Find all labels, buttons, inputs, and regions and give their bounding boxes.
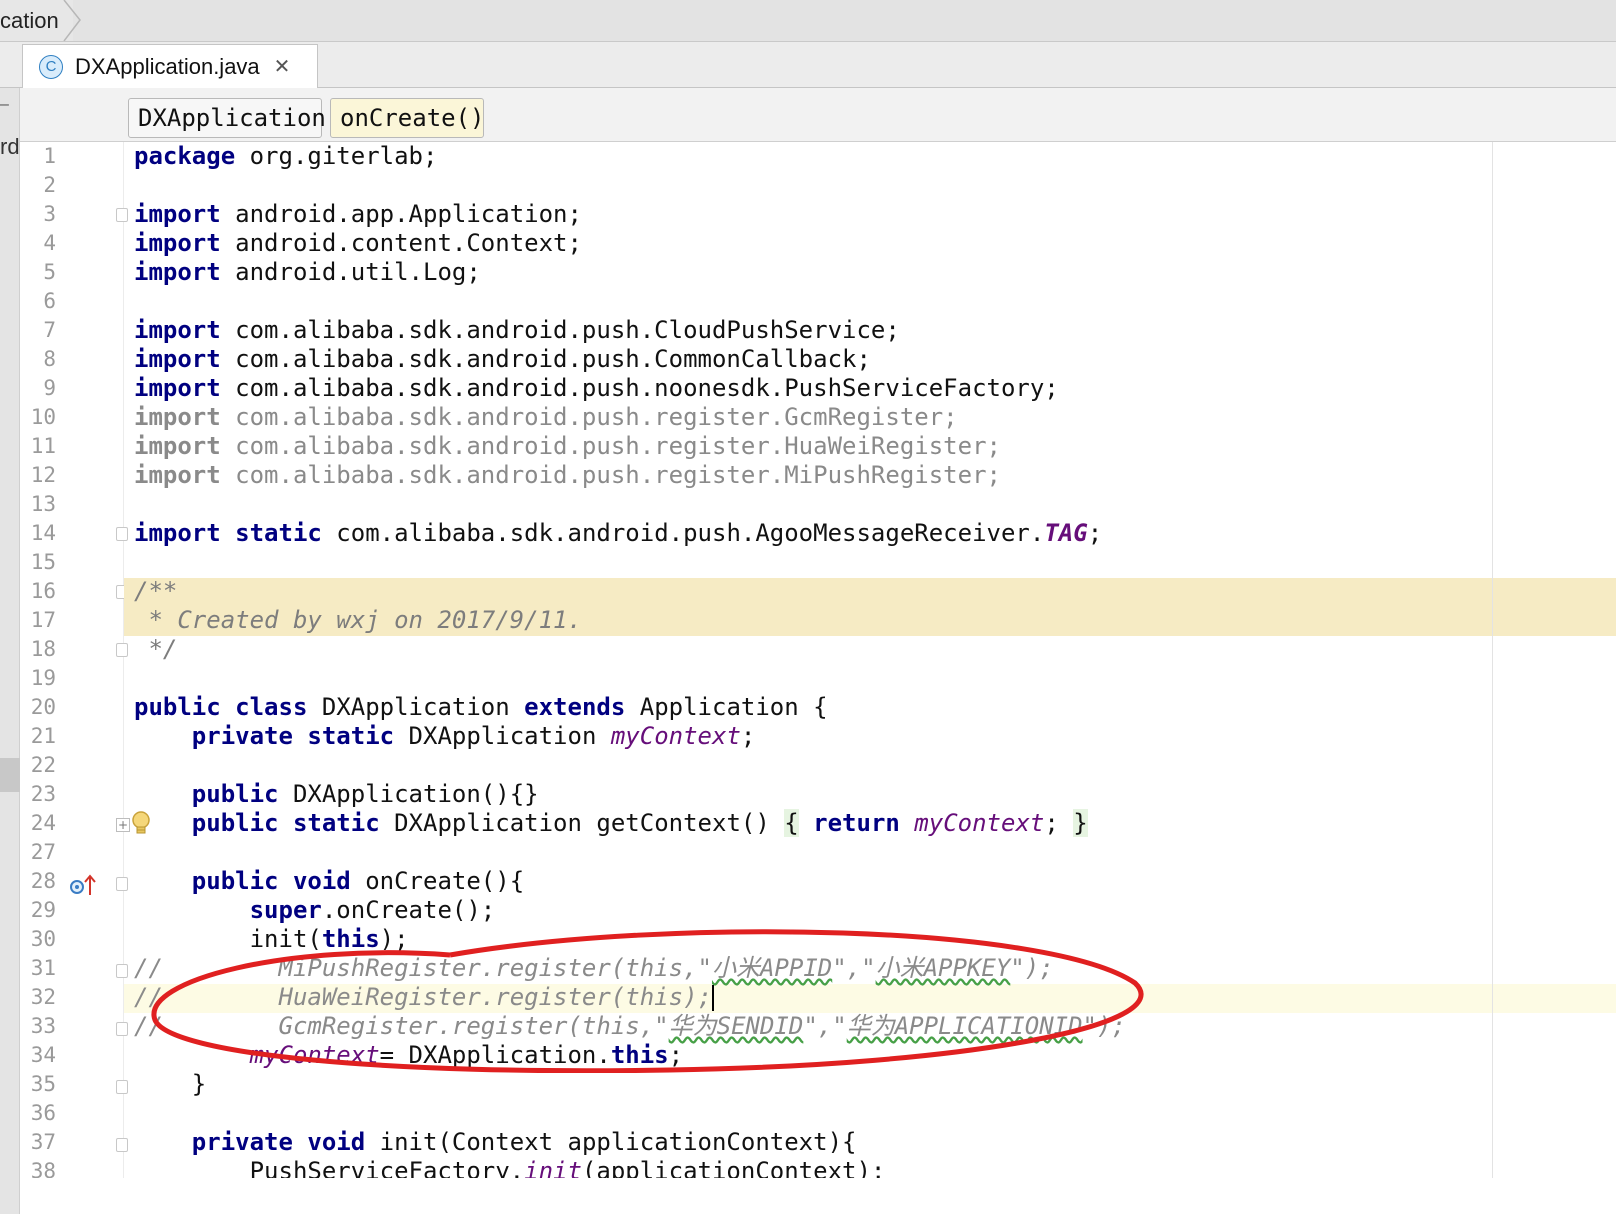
doc-comment-line: */ [134,635,178,663]
left-tool-strip: – rd [0,42,20,1214]
code-line: private void init(Context applicationCon… [191,1128,857,1156]
line-number: 6 [43,289,56,313]
line-number: 14 [30,521,56,545]
java-class-icon: C [39,54,63,79]
code-line: public DXApplication(){} [191,780,539,808]
editor-gutter: 1 2 3 4 5 6 7 8 9 10 11 12 13 14 15 16 1… [20,142,144,1214]
line-number: 36 [30,1101,56,1125]
code-line: super.onCreate(); [249,896,496,924]
line-number: 20 [30,695,56,719]
line-number: 24 [30,811,56,835]
code-line: import com.alibaba.sdk.android.push.Comm… [134,345,871,373]
annotation-ellipse [151,929,1144,1073]
line-number: 19 [30,666,56,690]
line-number: 33 [30,1014,56,1038]
line-number: 4 [43,231,56,255]
line-number: 21 [30,724,56,748]
doc-comment-line: * Created by wxj on 2017/9/11. [134,606,582,634]
code-line: import com.alibaba.sdk.android.push.Clou… [134,316,900,344]
right-margin-guide [1492,142,1493,1178]
code-line: private static DXApplication myContext; [191,722,756,750]
line-number: 3 [43,202,56,226]
code-line: public class DXApplication extends Appli… [134,693,828,721]
line-number: 12 [30,463,56,487]
code-line: public static DXApplication getContext()… [191,809,1088,837]
line-number: 32 [30,985,56,1009]
code-line: import static com.alibaba.sdk.android.pu… [134,519,1103,547]
code-navigation-bar: DXApplication onCreate() [20,88,1616,142]
doc-comment-line: /** [134,577,178,605]
line-number: 5 [43,260,56,284]
line-number: 37 [30,1130,56,1154]
tab-filename: DXApplication.java [75,53,260,79]
line-number: 15 [30,550,56,574]
scroll-position-marker [0,758,20,792]
strip-collapse-icon[interactable]: – [0,96,9,114]
editor-bottom-edge [20,1178,1616,1214]
line-number: 7 [43,318,56,342]
code-line: import android.content.Context; [134,229,582,257]
nav-class-button[interactable]: DXApplication [128,98,326,138]
lightbulb-icon[interactable] [130,810,152,838]
line-number: 31 [30,956,56,980]
navigation-bar: cation [0,0,1616,42]
override-method-icon[interactable] [68,873,102,897]
line-number: 23 [30,782,56,806]
line-number: 2 [43,173,56,197]
editor-tab-dxapplication[interactable]: C DXApplication.java ✕ [22,44,318,88]
code-line: import android.util.Log; [134,258,481,286]
code-line: import android.app.Application; [134,200,582,228]
breadcrumb-chevron-icon [63,0,81,41]
line-number: 13 [30,492,56,516]
line-number: 8 [43,347,56,371]
line-number: 30 [30,927,56,951]
line-number: 16 [30,579,56,603]
code-line: import com.alibaba.sdk.android.push.noon… [134,374,1059,402]
code-line-unused-import: import com.alibaba.sdk.android.push.regi… [134,461,1001,489]
close-tab-icon[interactable]: ✕ [274,54,291,79]
line-number: 35 [30,1072,56,1096]
code-line: public void onCreate(){ [191,867,525,895]
line-number: 28 [30,869,56,893]
line-number: 1 [43,144,56,168]
line-number: 34 [30,1043,56,1067]
code-line-unused-import: import com.alibaba.sdk.android.push.regi… [134,432,1001,460]
line-number: 22 [30,753,56,777]
line-number: 9 [43,376,56,400]
line-number: 17 [30,608,56,632]
line-number: 10 [30,405,56,429]
line-number: 11 [30,434,56,458]
line-number: 18 [30,637,56,661]
code-line-unused-import: import com.alibaba.sdk.android.push.regi… [134,403,958,431]
code-line: } [134,1070,207,1098]
line-number: 29 [30,898,56,922]
code-line: PushServiceFactory.init(applicationConte… [134,1157,886,1178]
nav-method-button[interactable]: onCreate() [330,98,485,138]
line-number: 27 [30,840,56,864]
strip-label: rd [0,134,20,159]
code-line: package org.giterlab; [134,142,438,170]
